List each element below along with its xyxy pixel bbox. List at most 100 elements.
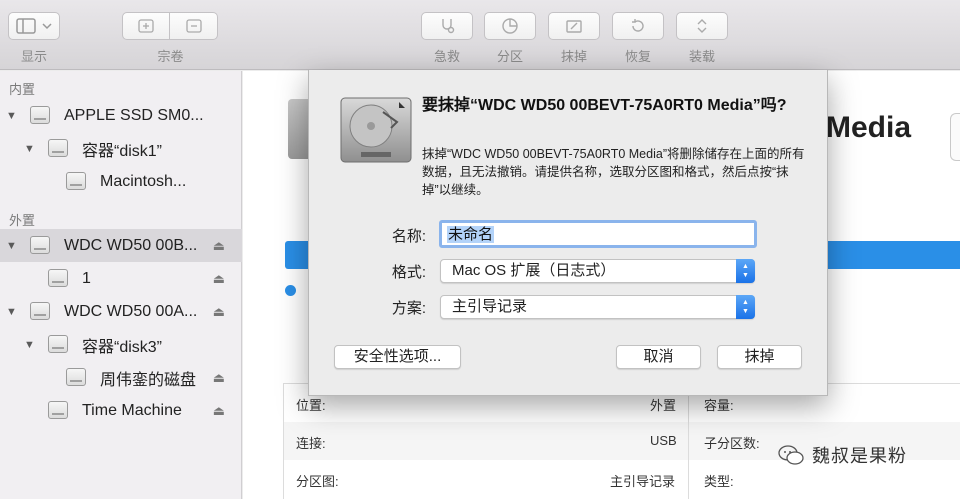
- sidebar-item-label: WDC WD50 00A...: [64, 302, 198, 320]
- location-value: 外置: [650, 398, 677, 413]
- disclosure-triangle-icon[interactable]: ▼: [6, 110, 17, 122]
- scheme-label: 方案:: [391, 300, 426, 317]
- mount-button[interactable]: [676, 12, 728, 40]
- container-icon: [48, 335, 68, 353]
- scheme-popup[interactable]: 主引导记录 ▲ ▼: [440, 295, 755, 319]
- internal-section-title: 内置: [9, 82, 36, 97]
- remove-volume-button[interactable]: [170, 12, 218, 40]
- restore-icon: [632, 19, 644, 32]
- disclosure-triangle-icon[interactable]: ▼: [6, 306, 17, 318]
- sidebar-item-wdc-00a[interactable]: ▼ WDC WD50 00A... ⏏: [0, 295, 242, 328]
- eject-icon[interactable]: ⏏: [213, 304, 225, 320]
- restore-button-face[interactable]: [612, 12, 664, 40]
- external-disk-icon: [30, 302, 50, 320]
- sidebar-item-wdc-00b[interactable]: ▼ WDC WD50 00B... ⏏: [0, 229, 242, 262]
- view-label: 显示: [20, 49, 47, 64]
- format-popup[interactable]: Mac OS 扩展（日志式） ▲ ▼: [440, 259, 755, 283]
- stethoscope-icon: [442, 19, 455, 34]
- column-divider: [688, 384, 689, 499]
- sidebar-item-container-disk1[interactable]: ▼ 容器“disk1”: [0, 132, 242, 165]
- sidebar-icon: [16, 18, 36, 34]
- external-disk-icon: [30, 236, 50, 254]
- eject-icon[interactable]: ⏏: [213, 271, 225, 287]
- sidebar-item-container-disk3[interactable]: ▼ 容器“disk3”: [0, 328, 242, 361]
- erase-dialog: 要抹掉“WDC WD50 00BEVT-75A0RT0 Media”吗? 抹掉“…: [308, 70, 828, 396]
- sidebar-item-label: Macintosh...: [100, 172, 187, 190]
- restore-button[interactable]: [612, 12, 664, 40]
- mount-button-face[interactable]: [676, 12, 728, 40]
- name-field[interactable]: 未命名: [439, 220, 757, 248]
- toolbar: 显示 宗卷 急救 分区 抹掉 恢复 装载: [0, 0, 960, 70]
- eject-icon[interactable]: ⏏: [213, 403, 225, 419]
- eraser-icon: [566, 20, 582, 33]
- first-aid-button[interactable]: [421, 12, 473, 40]
- disk-title: Media: [826, 111, 912, 144]
- volume-segment: [122, 12, 218, 40]
- disclosure-triangle-icon[interactable]: ▼: [24, 143, 35, 155]
- disclosure-triangle-icon[interactable]: ▼: [6, 240, 17, 252]
- format-value: Mac OS 扩展（日志式）: [452, 262, 616, 279]
- partition-button[interactable]: [484, 12, 536, 40]
- sidebar-item-time-machine[interactable]: Time Machine ⏏: [0, 394, 242, 427]
- dialog-message: 抹掉“WDC WD50 00BEVT-75A0RT0 Media”将删除储存在上…: [422, 147, 805, 197]
- first-aid-button-face[interactable]: [421, 12, 473, 40]
- partition-map-label: 分区图:: [296, 474, 339, 489]
- view-button[interactable]: [8, 12, 60, 40]
- external-section-title: 外置: [9, 213, 36, 228]
- child-count-label: 子分区数:: [704, 436, 760, 451]
- eject-icon[interactable]: ⏏: [213, 370, 225, 386]
- name-label: 名称:: [391, 228, 426, 245]
- sidebar-item-label: 周伟銮的磁盘: [100, 371, 197, 389]
- connection-value: USB: [650, 433, 677, 448]
- format-label: 格式:: [391, 264, 426, 281]
- volume-icon: [66, 368, 86, 386]
- hard-disk-icon: [340, 97, 412, 163]
- sidebar-item-label: 容器“disk3”: [82, 338, 163, 356]
- sidebar-item-apple-ssd[interactable]: ▼ APPLE SSD SM0...: [0, 99, 242, 132]
- scheme-value: 主引导记录: [452, 298, 528, 315]
- connection-label: 连接:: [296, 436, 326, 451]
- remove-volume-icon: [185, 19, 202, 33]
- sidebar-item-label: 容器“disk1”: [82, 142, 163, 160]
- sidebar-item-label: APPLE SSD SM0...: [64, 106, 204, 124]
- container-icon: [48, 139, 68, 157]
- eject-icon[interactable]: ⏏: [213, 238, 225, 254]
- info-button-edge[interactable]: [950, 113, 960, 161]
- name-value: 未命名: [447, 226, 495, 243]
- erase-confirm-button[interactable]: 抹掉: [717, 345, 802, 369]
- pie-icon: [502, 18, 518, 34]
- sidebar-item-user-disk[interactable]: 周伟銮的磁盘 ⏏: [0, 361, 242, 394]
- volume-icon: [48, 401, 68, 419]
- popup-arrows-icon: ▲ ▼: [736, 295, 755, 319]
- erase-label: 抹掉: [560, 49, 587, 64]
- mount-icon: [697, 19, 707, 33]
- chevron-down-icon: [42, 23, 52, 30]
- popup-arrows-icon: ▲ ▼: [736, 259, 755, 283]
- capacity-label: 容量:: [704, 398, 734, 413]
- partition-label: 分区: [496, 49, 523, 64]
- erase-button[interactable]: [548, 12, 600, 40]
- add-volume-icon: [138, 19, 154, 33]
- type-label: 类型:: [704, 474, 734, 489]
- watermark-text: 魏叔是果粉: [812, 446, 907, 466]
- volume-icon: [66, 172, 86, 190]
- disclosure-triangle-icon[interactable]: ▼: [24, 339, 35, 351]
- security-options-button[interactable]: 安全性选项...: [334, 345, 461, 369]
- erase-button-face[interactable]: [548, 12, 600, 40]
- cancel-button[interactable]: 取消: [616, 345, 701, 369]
- add-volume-button[interactable]: [122, 12, 170, 40]
- sidebar-item-macintosh-hd[interactable]: Macintosh...: [0, 165, 242, 198]
- partition-button-face[interactable]: [484, 12, 536, 40]
- sidebar-view-toggle[interactable]: [8, 12, 60, 40]
- mount-label: 装载: [688, 49, 715, 64]
- sidebar: 内置 ▼ APPLE SSD SM0... ▼ 容器“disk1” Macint…: [0, 71, 242, 499]
- location-label: 位置:: [296, 398, 326, 413]
- sidebar-item-label: Time Machine: [82, 401, 182, 419]
- restore-label: 恢复: [624, 49, 651, 64]
- first-aid-label: 急救: [433, 49, 460, 64]
- sidebar-item-label: WDC WD50 00B...: [64, 236, 198, 254]
- sidebar-item-label: 1: [82, 269, 91, 287]
- sidebar-item-volume-1[interactable]: 1 ⏏: [0, 262, 242, 295]
- dialog-title: 要抹掉“WDC WD50 00BEVT-75A0RT0 Media”吗?: [422, 97, 787, 114]
- partition-map-value: 主引导记录: [610, 474, 676, 489]
